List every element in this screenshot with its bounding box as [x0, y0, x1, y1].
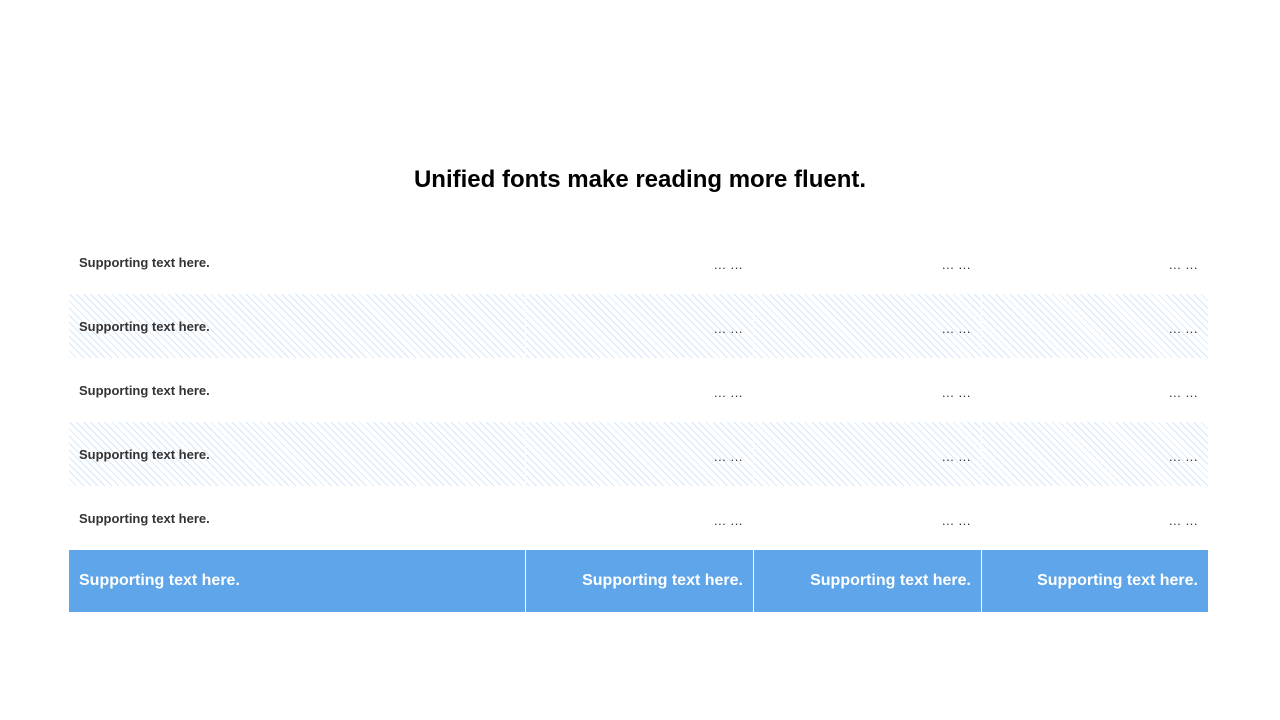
- row-label: Supporting text here.: [79, 510, 210, 526]
- total-cell: Supporting text here.: [753, 550, 981, 612]
- table-cell: … …: [981, 230, 1208, 294]
- row-label: Supporting text here.: [79, 446, 210, 462]
- table-cell: … …: [525, 294, 753, 358]
- table-cell: … …: [525, 358, 753, 422]
- table-cell: … …: [753, 294, 981, 358]
- table-cell: … …: [981, 294, 1208, 358]
- table-cell: … …: [753, 230, 981, 294]
- table-cell: … …: [981, 486, 1208, 550]
- table-cell: … …: [981, 358, 1208, 422]
- row-label: Supporting text here.: [79, 318, 210, 334]
- table-row: Supporting text here. … … … … … …: [69, 422, 1208, 486]
- table-cell: … …: [753, 422, 981, 486]
- slide-title: Unified fonts make reading more fluent.: [413, 166, 867, 193]
- table-cell: … …: [981, 422, 1208, 486]
- table-cell: … …: [753, 486, 981, 550]
- table-cell: … …: [525, 422, 753, 486]
- data-table: Supporting text here. … … … … … … Suppor…: [69, 230, 1208, 612]
- table-cell: … …: [525, 486, 753, 550]
- row-label: Supporting text here.: [79, 254, 210, 270]
- total-label: Supporting text here.: [79, 572, 240, 589]
- table-cell: … …: [525, 230, 753, 294]
- table-row: Supporting text here. … … … … … …: [69, 294, 1208, 358]
- total-cell: Supporting text here.: [525, 550, 753, 612]
- table-cell: … …: [753, 358, 981, 422]
- slide: Unified fonts make reading more fluent. …: [0, 0, 1280, 720]
- table-row: Supporting text here. … … … … … …: [69, 486, 1208, 550]
- row-label: Supporting text here.: [79, 382, 210, 398]
- table-row: Supporting text here. … … … … … …: [69, 230, 1208, 294]
- total-cell: Supporting text here.: [981, 550, 1208, 612]
- table-row: Supporting text here. … … … … … …: [69, 358, 1208, 422]
- table-total-row: Supporting text here. Supporting text he…: [69, 550, 1208, 612]
